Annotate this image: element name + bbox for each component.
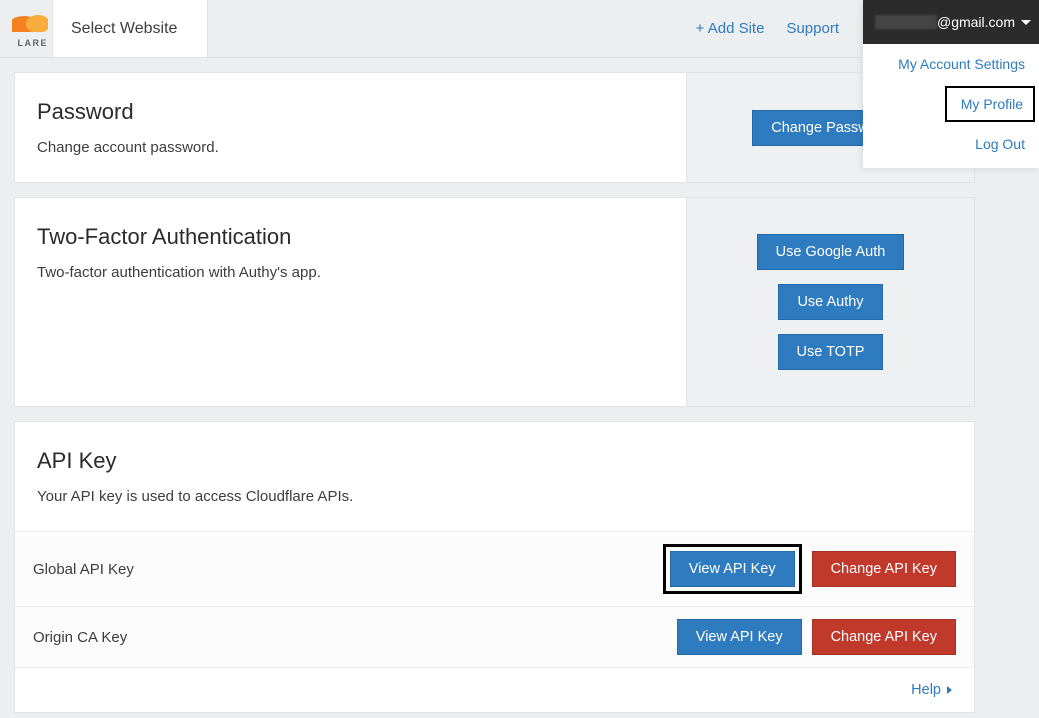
password-desc: Change account password. xyxy=(37,139,664,156)
select-website-label: Select Website xyxy=(71,20,177,38)
account-menu: @gmail.com My Account Settings My Profil… xyxy=(863,0,1039,168)
logo-text: LARE xyxy=(18,38,49,48)
view-global-api-key-highlight: View API Key xyxy=(663,544,802,594)
twofa-panel-actions: Use Google Auth Use Authy Use TOTP xyxy=(686,198,974,406)
add-site-link[interactable]: + Add Site xyxy=(696,20,765,37)
api-row-global-label: Global API Key xyxy=(33,561,134,578)
use-totp-button[interactable]: Use TOTP xyxy=(778,334,884,370)
account-email-suffix: @gmail.com xyxy=(937,14,1015,30)
api-row-origin: Origin CA Key View API Key Change API Ke… xyxy=(15,606,974,667)
change-origin-ca-key-button[interactable]: Change API Key xyxy=(812,619,956,655)
twofa-panel: Two-Factor Authentication Two-factor aut… xyxy=(14,197,975,407)
view-global-api-key-label: View API Key xyxy=(689,561,776,577)
use-google-auth-label: Use Google Auth xyxy=(776,244,886,260)
api-help-label: Help xyxy=(911,682,941,698)
api-key-title: API Key xyxy=(37,448,952,474)
api-row-origin-actions: View API Key Change API Key xyxy=(677,619,956,655)
support-link[interactable]: Support xyxy=(786,20,839,37)
account-settings-label: My Account Settings xyxy=(898,56,1025,72)
account-menu-toggle[interactable]: @gmail.com xyxy=(863,0,1039,44)
api-help-link[interactable]: Help xyxy=(15,667,974,712)
account-email-obscured xyxy=(875,15,937,29)
use-authy-label: Use Authy xyxy=(797,294,863,310)
logout-link[interactable]: Log Out xyxy=(863,124,1039,168)
api-key-panel-body: API Key Your API key is used to access C… xyxy=(15,422,974,531)
password-panel-body: Password Change account password. xyxy=(15,73,686,182)
api-key-desc: Your API key is used to access Cloudflar… xyxy=(37,488,952,505)
chevron-down-icon xyxy=(1021,20,1031,25)
api-row-global: Global API Key View API Key Change API K… xyxy=(15,531,974,606)
view-global-api-key-button[interactable]: View API Key xyxy=(670,551,795,587)
change-global-api-key-button[interactable]: Change API Key xyxy=(812,551,956,587)
use-google-auth-button[interactable]: Use Google Auth xyxy=(757,234,905,270)
use-totp-label: Use TOTP xyxy=(797,344,865,360)
use-authy-button[interactable]: Use Authy xyxy=(778,284,882,320)
chevron-right-icon xyxy=(947,686,952,694)
api-key-panel: API Key Your API key is used to access C… xyxy=(14,421,975,713)
change-global-api-key-label: Change API Key xyxy=(831,561,937,577)
logo: LARE xyxy=(0,0,52,57)
account-settings-link[interactable]: My Account Settings xyxy=(863,44,1039,84)
logout-label: Log Out xyxy=(975,136,1025,152)
my-profile-link[interactable]: My Profile xyxy=(945,86,1035,122)
twofa-desc: Two-factor authentication with Authy's a… xyxy=(37,264,664,281)
view-origin-ca-key-label: View API Key xyxy=(696,629,783,645)
cloud-icon xyxy=(12,10,48,32)
api-row-origin-label: Origin CA Key xyxy=(33,629,127,646)
view-origin-ca-key-button[interactable]: View API Key xyxy=(677,619,802,655)
my-profile-label: My Profile xyxy=(961,96,1023,112)
select-website-dropdown[interactable]: Select Website xyxy=(52,0,208,57)
api-row-global-actions: View API Key Change API Key xyxy=(663,544,956,594)
twofa-title: Two-Factor Authentication xyxy=(37,224,664,250)
twofa-panel-body: Two-Factor Authentication Two-factor aut… xyxy=(15,198,686,406)
password-title: Password xyxy=(37,99,664,125)
password-panel: Password Change account password. Change… xyxy=(14,72,975,183)
change-origin-ca-key-label: Change API Key xyxy=(831,629,937,645)
